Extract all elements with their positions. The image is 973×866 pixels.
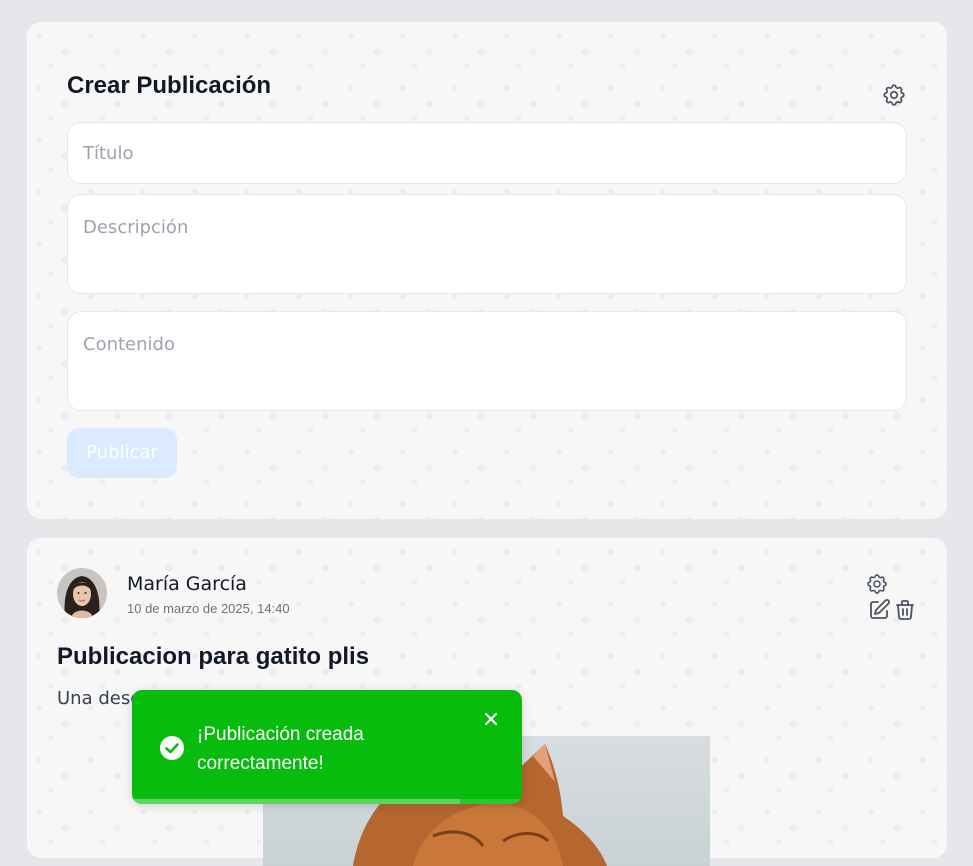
content-textarea[interactable]: Contenido — [67, 311, 907, 411]
description-textarea[interactable]: Descripción — [67, 194, 907, 294]
close-icon[interactable] — [482, 710, 500, 728]
edit-icon[interactable] — [867, 598, 891, 622]
avatar[interactable] — [57, 568, 107, 618]
check-circle-icon — [159, 735, 185, 761]
post-description: Una desc — [57, 688, 141, 709]
toast-message: ¡Publicación creada correctamente! — [197, 724, 364, 774]
success-toast: ¡Publicación creada correctamente! — [132, 690, 522, 804]
gear-icon[interactable] — [865, 572, 889, 596]
create-post-title: Crear Publicación — [67, 72, 272, 99]
create-post-card: Crear Publicación Título Descripción Con… — [27, 22, 947, 519]
trash-icon[interactable] — [893, 598, 917, 622]
gear-icon[interactable] — [881, 82, 907, 108]
post-title: Publicacion para gatito plis — [57, 643, 370, 670]
post-date: 10 de marzo de 2025, 14:40 — [127, 601, 290, 616]
publish-button[interactable]: Publicar — [67, 428, 177, 478]
post-author[interactable]: María García — [127, 573, 247, 595]
toast-progress-bar — [132, 799, 460, 804]
title-input[interactable]: Título — [67, 122, 907, 184]
toast-progress-track — [132, 799, 522, 804]
